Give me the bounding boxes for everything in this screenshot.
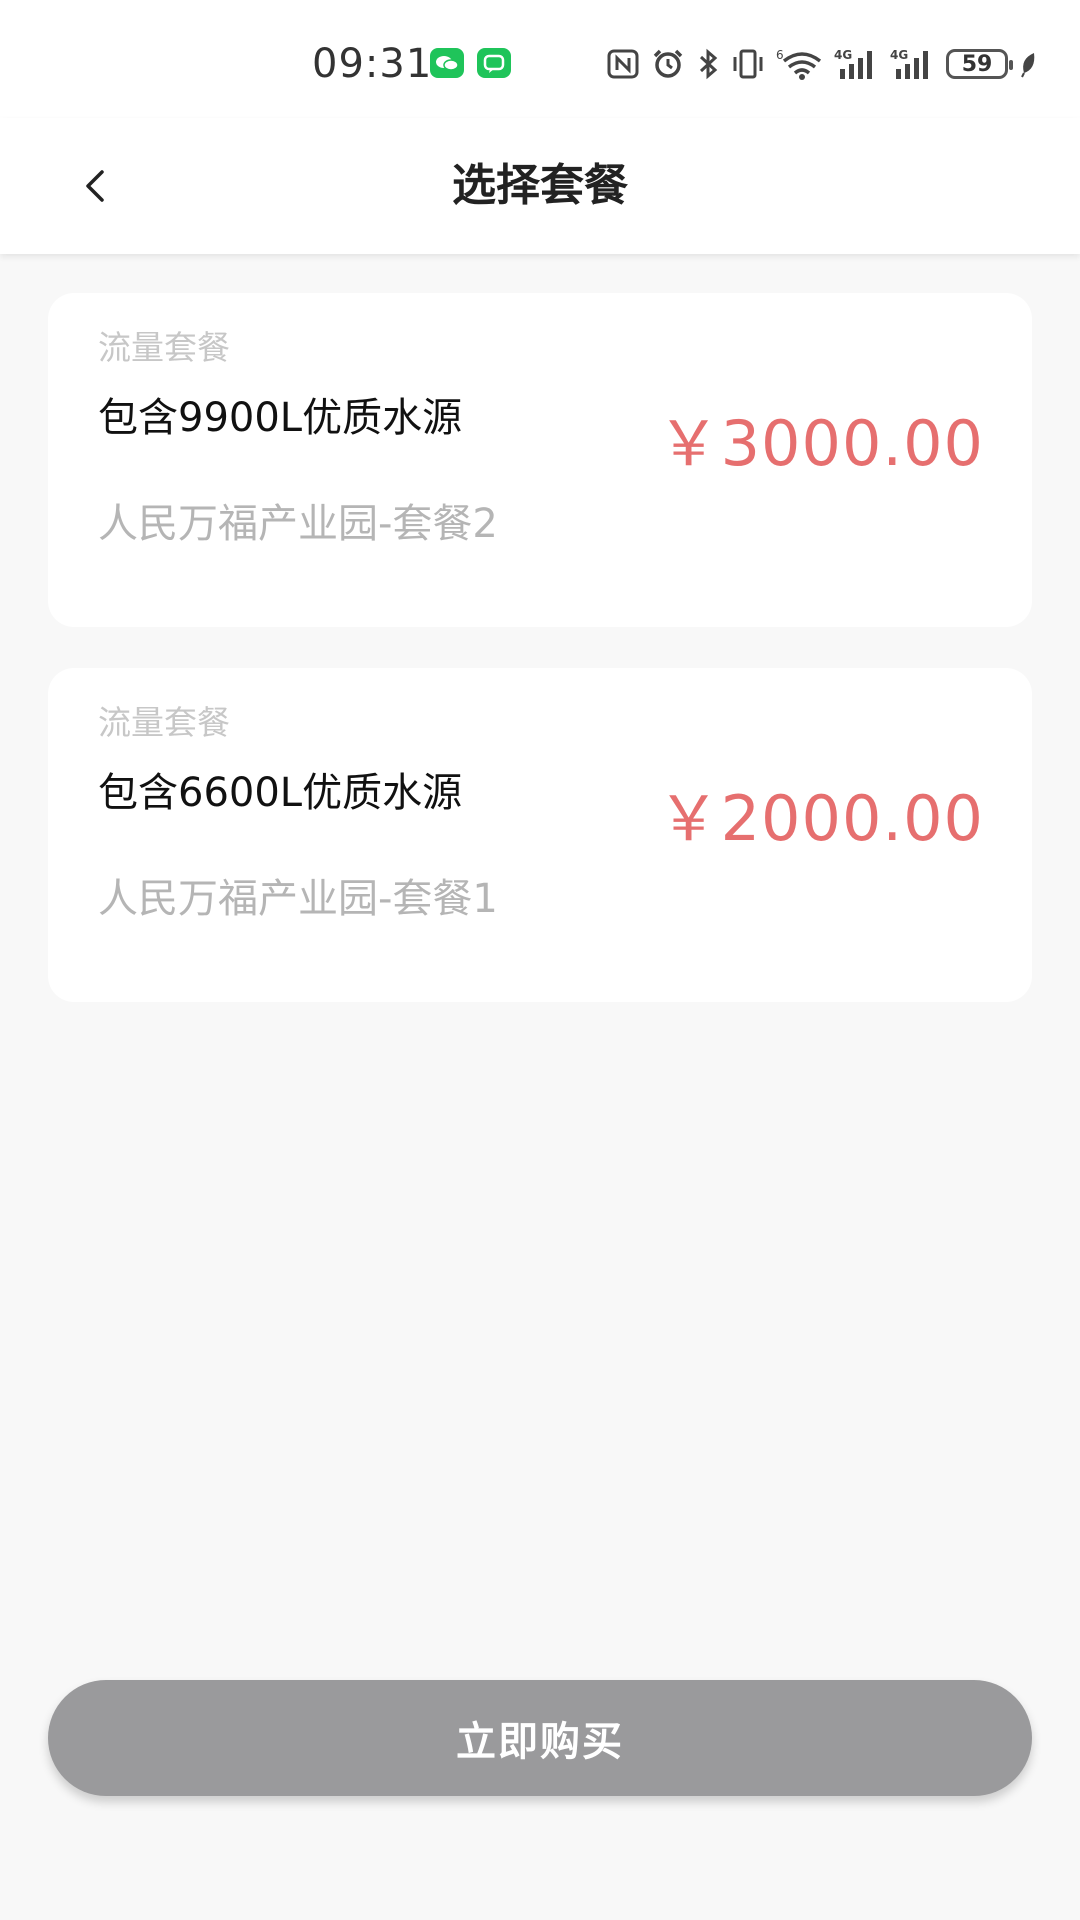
page-title: 选择套餐 [452, 160, 628, 211]
package-subtitle: 人民万福产业园-套餐2 [98, 501, 498, 547]
nfc-icon [607, 49, 639, 79]
package-title: 包含9900L优质水源 [98, 395, 463, 441]
signal-4g-icon: 4G [890, 48, 928, 79]
message-icon [477, 48, 511, 78]
status-icons: 6 4G 4G 59 [606, 44, 1040, 84]
wifi-icon: 6 [776, 48, 822, 80]
wechat-icon [430, 48, 464, 78]
buy-now-button[interactable]: 立即购买 [48, 1680, 1032, 1796]
svg-text:4G: 4G [834, 48, 852, 62]
alarm-icon [653, 49, 683, 78]
leaf-icon [1021, 53, 1035, 78]
package-category: 流量套餐 [98, 328, 230, 367]
package-title: 包含6600L优质水源 [98, 770, 463, 816]
vibrate-icon [733, 49, 763, 79]
signal-4g-icon: 4G [834, 48, 872, 79]
package-category: 流量套餐 [98, 703, 230, 742]
chevron-left-icon [86, 170, 104, 202]
package-price: ￥3000.00 [657, 407, 984, 480]
package-card[interactable]: 流量套餐 包含9900L优质水源 人民万福产业园-套餐2 ￥3000.00 [48, 293, 1032, 627]
header-bar: 选择套餐 [0, 118, 1080, 254]
status-bar: 09:31 6 4G 4G 59 [0, 0, 1080, 118]
back-button[interactable] [70, 156, 130, 216]
package-card[interactable]: 流量套餐 包含6600L优质水源 人民万福产业园-套餐1 ￥2000.00 [48, 668, 1032, 1002]
package-price: ￥2000.00 [657, 782, 984, 855]
bluetooth-icon [699, 48, 718, 80]
status-time: 09:31 [312, 41, 433, 87]
svg-text:4G: 4G [890, 48, 908, 62]
package-subtitle: 人民万福产业园-套餐1 [98, 876, 498, 922]
battery-icon: 59 [946, 49, 1013, 79]
svg-text:6: 6 [776, 48, 784, 62]
battery-level: 59 [961, 51, 993, 77]
